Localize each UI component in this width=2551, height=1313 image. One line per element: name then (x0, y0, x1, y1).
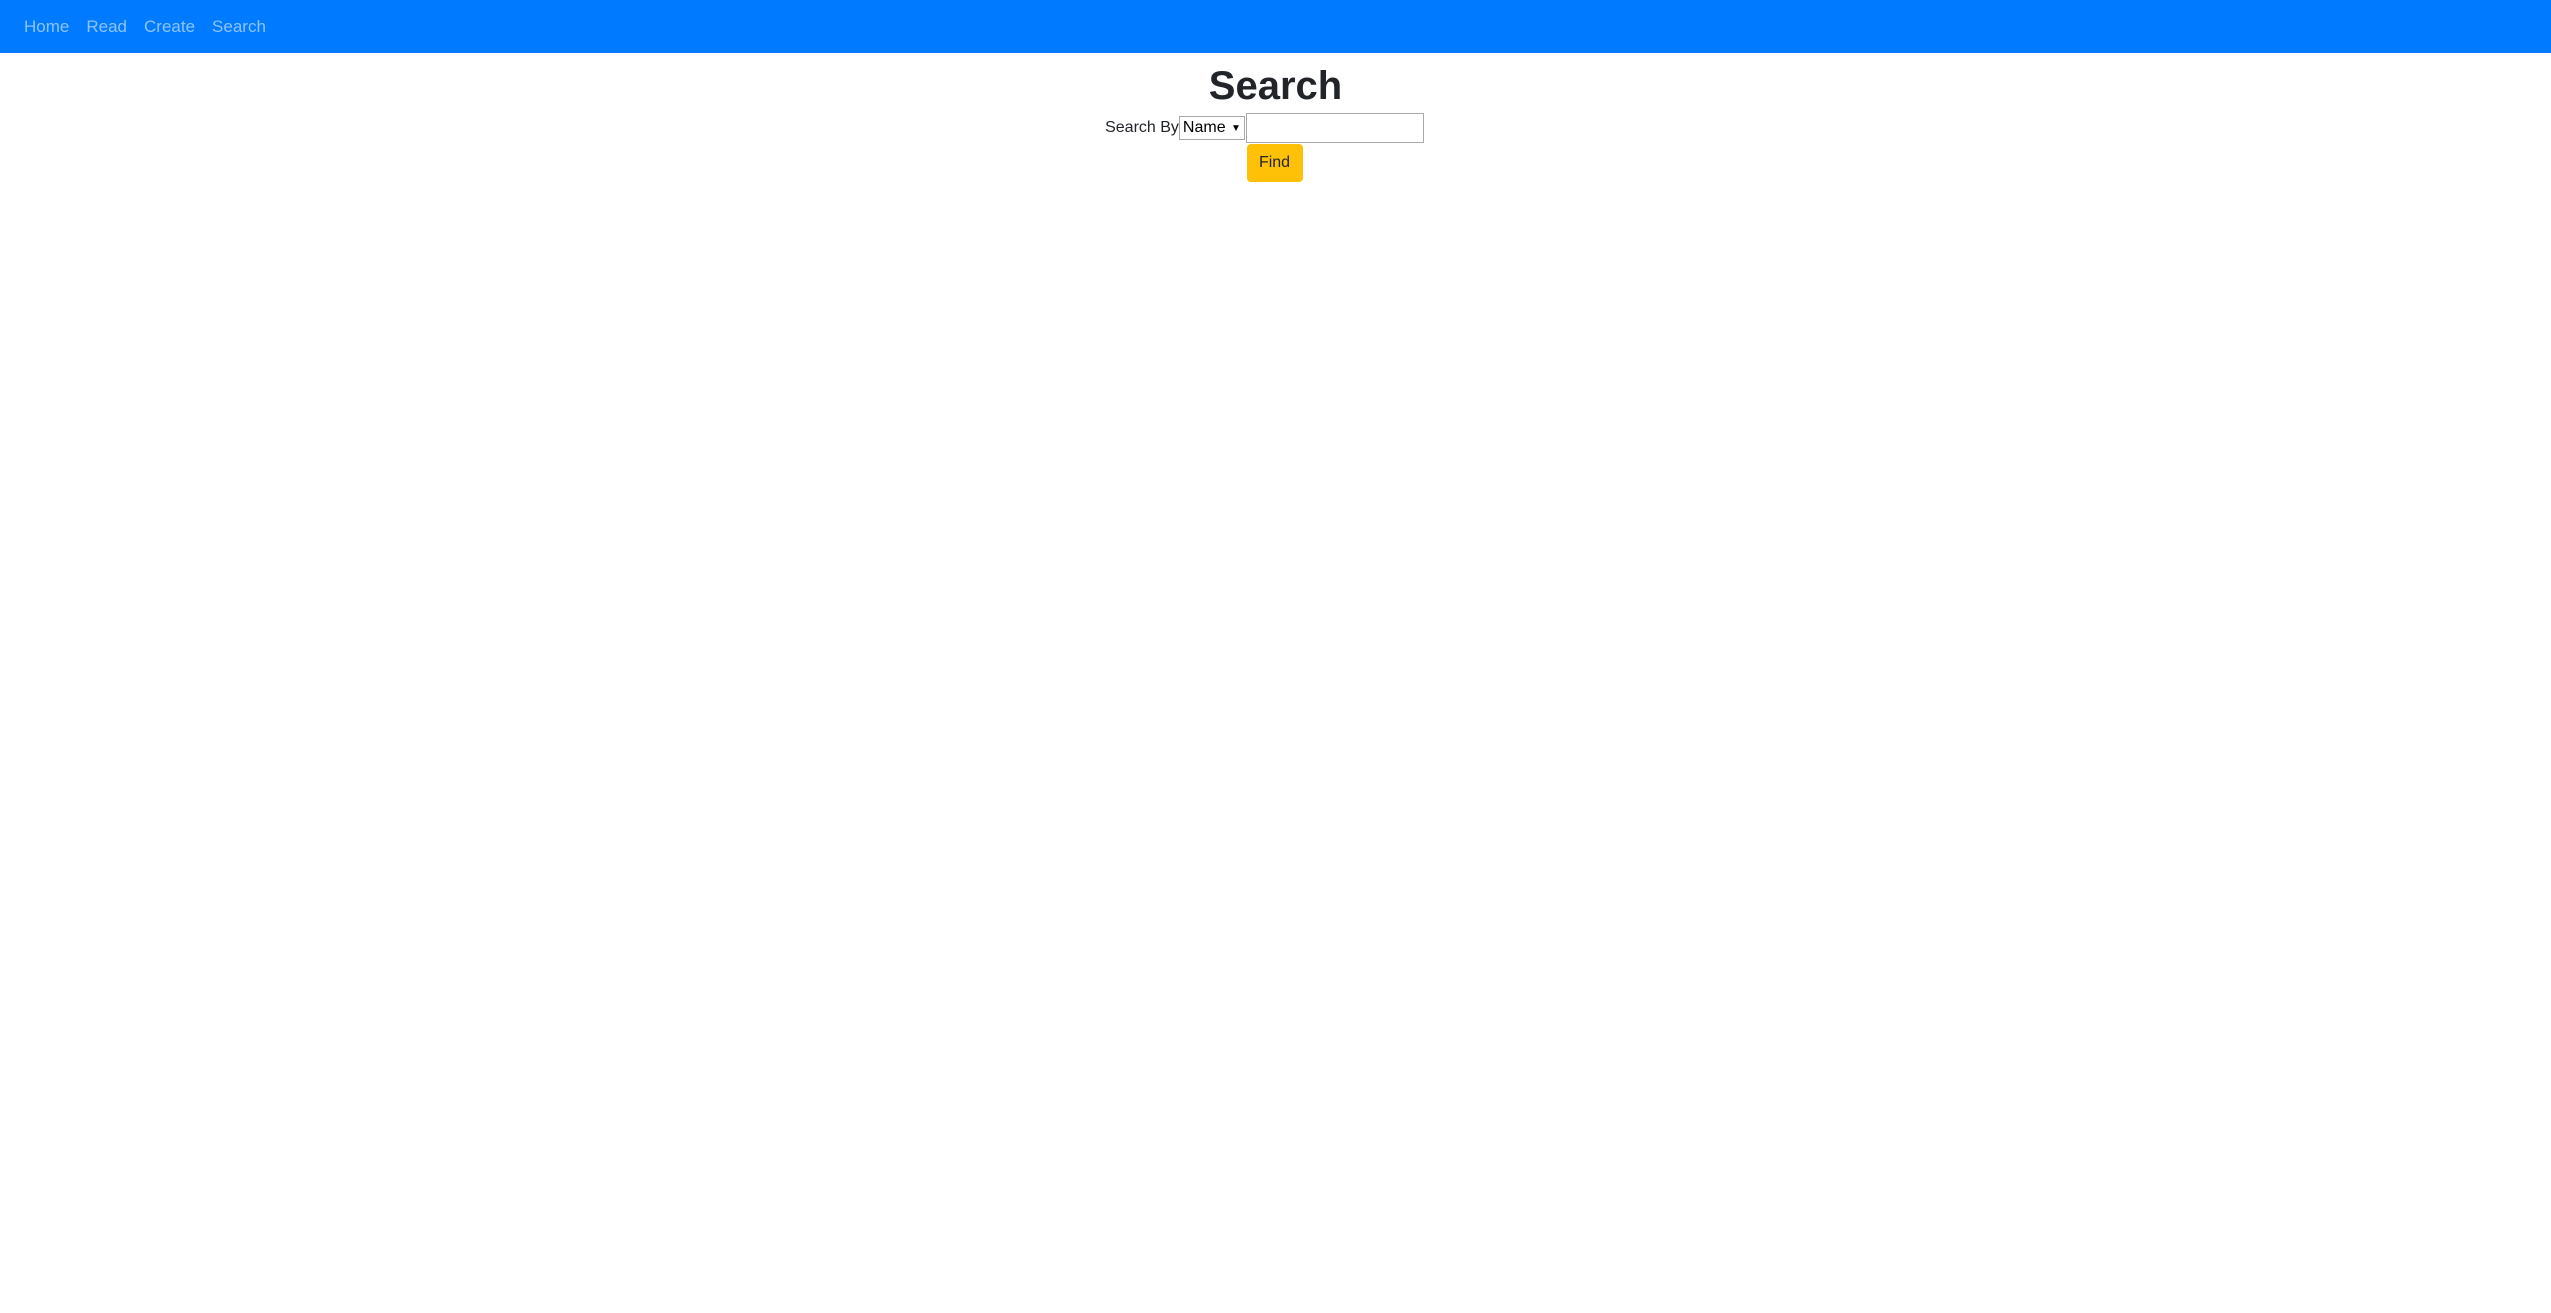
nav-home[interactable]: Home (24, 17, 69, 37)
search-form-row: Search By Name ▼ (0, 112, 2551, 144)
nav-search[interactable]: Search (212, 17, 266, 37)
search-by-label: Search By (1105, 119, 1179, 136)
chevron-down-icon: ▼ (1231, 122, 1241, 134)
nav-create[interactable]: Create (144, 17, 195, 37)
search-by-select[interactable]: Name ▼ (1178, 116, 1245, 140)
nav-read[interactable]: Read (86, 17, 127, 37)
navbar: Home Read Create Search (0, 0, 2551, 53)
search-input[interactable] (1245, 113, 1424, 143)
find-button[interactable]: Find (1246, 144, 1303, 182)
select-value: Name (1182, 119, 1226, 136)
page-title: Search (1208, 64, 1343, 108)
